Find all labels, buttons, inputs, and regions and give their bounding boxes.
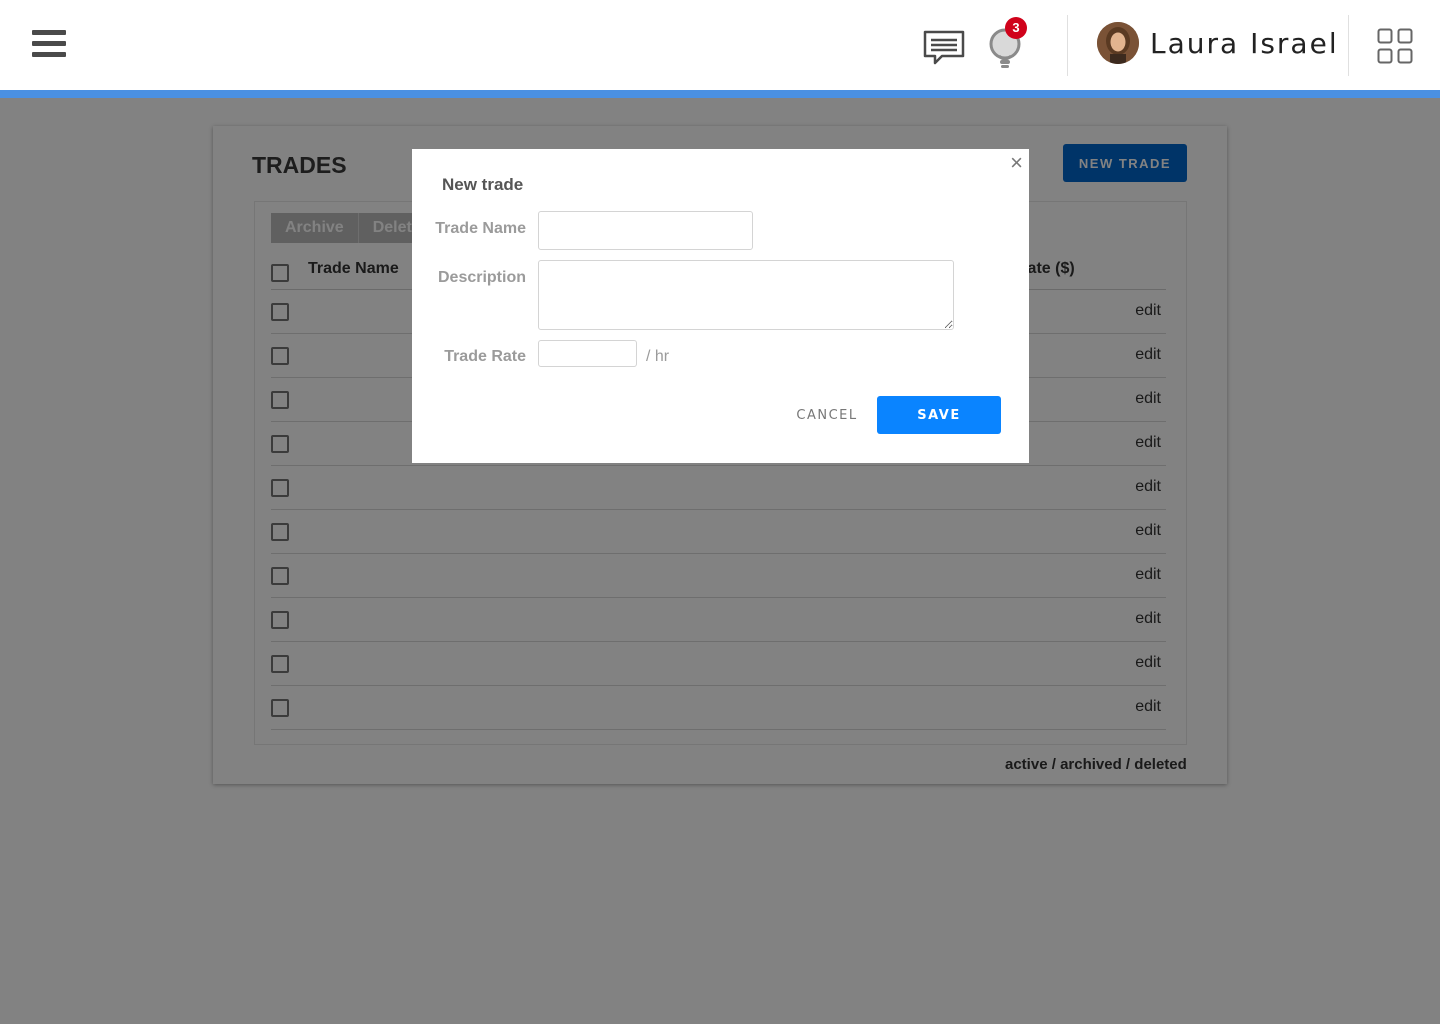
chat-icon[interactable]	[922, 28, 966, 66]
divider	[1348, 15, 1349, 76]
header-accent-bar	[0, 90, 1440, 98]
description-textarea[interactable]	[538, 260, 954, 330]
top-bar: 3 Laura Israel	[0, 0, 1440, 90]
modal-title: New trade	[442, 175, 524, 194]
save-button[interactable]: SAVE	[877, 396, 1001, 434]
hamburger-menu-icon[interactable]	[32, 30, 66, 60]
trade-rate-label: Trade Rate	[444, 348, 526, 365]
trade-name-label: Trade Name	[435, 220, 526, 237]
apps-grid-icon[interactable]	[1377, 28, 1413, 64]
notification-badge: 3	[1005, 17, 1027, 39]
description-label: Description	[437, 269, 526, 286]
close-icon[interactable]: ×	[1010, 151, 1023, 175]
avatar[interactable]	[1097, 22, 1139, 64]
divider	[1067, 15, 1068, 76]
cancel-button[interactable]: CANCEL	[792, 396, 862, 434]
trade-rate-input[interactable]	[538, 340, 637, 367]
trade-name-input[interactable]	[538, 211, 753, 250]
user-name[interactable]: Laura Israel	[1150, 27, 1339, 60]
new-trade-modal: × New trade Trade Name Description Trade…	[412, 149, 1029, 463]
rate-unit: / hr	[646, 348, 670, 365]
